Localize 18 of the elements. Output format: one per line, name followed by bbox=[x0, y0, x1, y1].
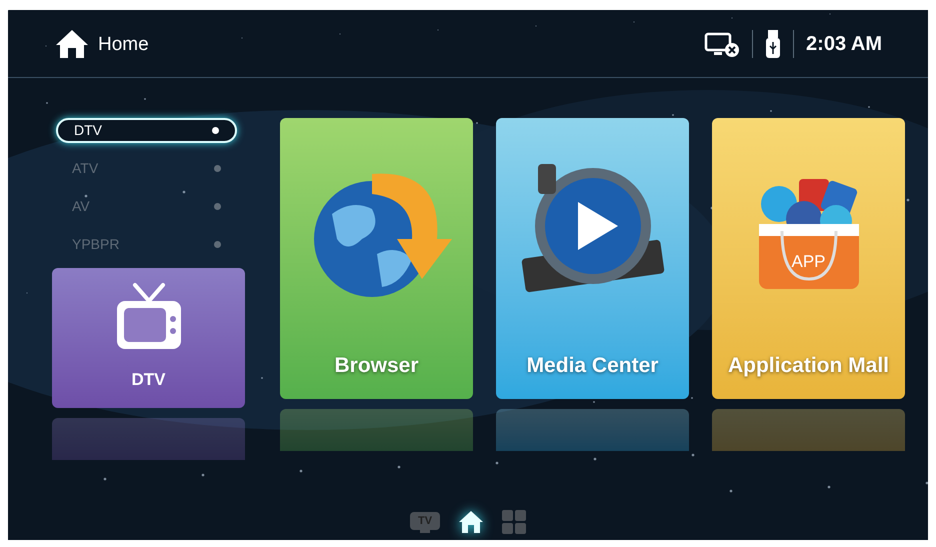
tile-label: Browser bbox=[334, 352, 419, 378]
app-tile[interactable]: APP Application Mall bbox=[712, 118, 905, 399]
home-icon bbox=[54, 28, 90, 60]
source-item[interactable]: ATV bbox=[56, 156, 237, 181]
source-item[interactable]: DTV bbox=[56, 118, 237, 143]
tile-label: Application Mall bbox=[728, 352, 889, 378]
clock: 2:03 AM bbox=[806, 32, 882, 56]
app-tile[interactable]: Browser bbox=[280, 118, 473, 399]
source-item[interactable]: YPBPR bbox=[56, 232, 237, 257]
tile-label: DTV bbox=[132, 368, 166, 390]
source-item[interactable]: AV bbox=[56, 194, 237, 219]
app-tile[interactable]: DTV bbox=[52, 268, 245, 408]
home-dock-button[interactable] bbox=[458, 510, 484, 534]
tile-label: Media Center bbox=[526, 352, 658, 378]
app-tile[interactable]: Media Center bbox=[496, 118, 689, 399]
bag-label: APP bbox=[790, 250, 827, 273]
page-title: Home bbox=[98, 33, 149, 58]
usb-drive-icon bbox=[765, 28, 782, 58]
